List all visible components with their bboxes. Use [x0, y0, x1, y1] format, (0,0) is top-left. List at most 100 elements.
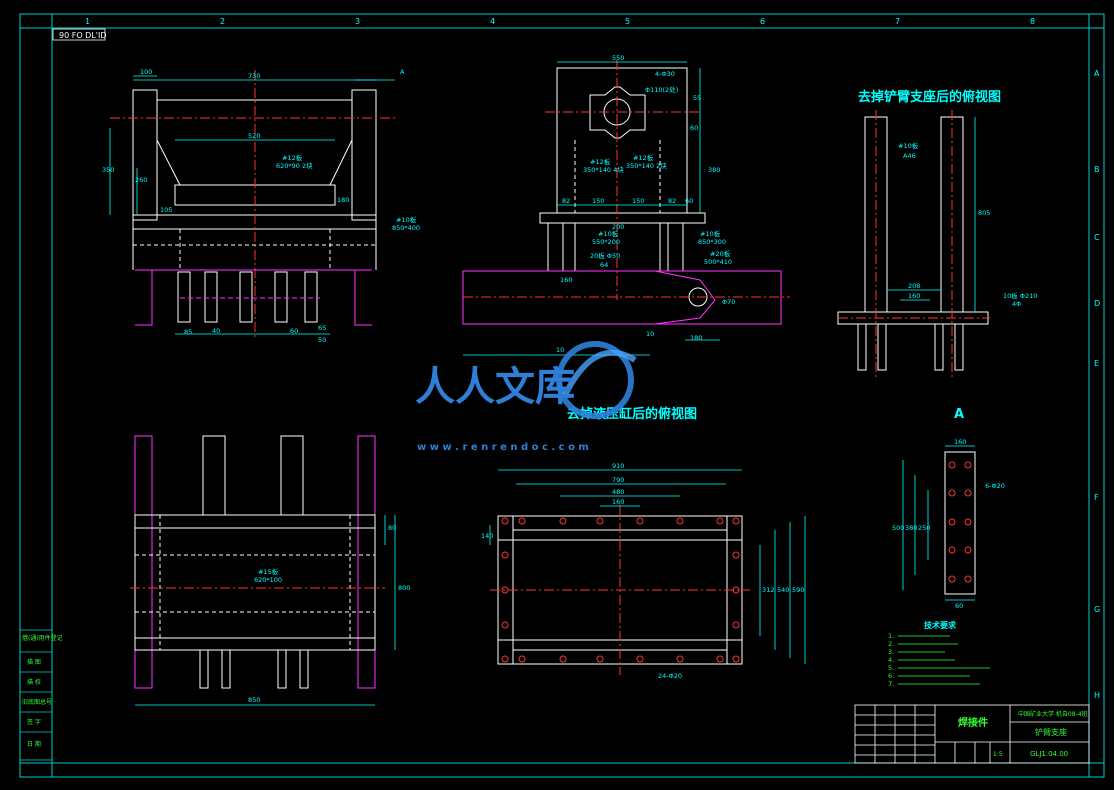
dim-label: 350	[102, 166, 114, 174]
zone-col-5: 5	[625, 17, 630, 26]
dim-label: 910	[612, 462, 624, 470]
dim-label: 105	[160, 206, 172, 214]
dim-label: 350*140 2块	[626, 161, 667, 170]
top-view-right-labels: 去掉铲臂支座后的俯视图 #10板 A46 805 208 160 10板 Φ21…	[858, 89, 1037, 308]
dim-label: #12板	[590, 157, 611, 166]
dim-label: A	[400, 68, 405, 76]
dim-label: 80	[388, 524, 396, 532]
dim-label: 200	[612, 223, 624, 231]
note-line: 3.	[888, 648, 894, 656]
dim-label: 260	[135, 176, 147, 184]
dim-label: 160	[560, 276, 572, 284]
dim-label: #10板	[898, 141, 919, 150]
dim-label: 50	[318, 336, 326, 344]
dim-label: 140	[481, 532, 493, 540]
left-label: 旧底图总号	[22, 698, 52, 706]
dim-label: 500	[892, 524, 904, 532]
title-part-name: 铲臂支座	[1035, 727, 1067, 737]
bottom-mid-view	[489, 469, 806, 675]
dim-label: 800	[398, 584, 410, 592]
dim-label: 350*140 4块	[583, 165, 624, 174]
dim-label: 520	[248, 132, 260, 140]
zone-col-6: 6	[760, 17, 765, 26]
zone-row-e: E	[1094, 359, 1099, 368]
dim-label: 550*200	[592, 238, 620, 246]
zone-col-7: 7	[895, 17, 900, 26]
dim-label: 20板 Φ50	[590, 251, 620, 260]
dim-label: #12板	[633, 153, 654, 162]
dim-label: 150	[592, 197, 604, 205]
dim-label: 60	[955, 602, 963, 610]
dim-label: 65	[318, 324, 326, 332]
dim-label: 10	[556, 346, 564, 354]
detail-a-labels: A 160 6-Φ20 500 380 250 60	[892, 407, 1005, 610]
dim-label: #15板	[258, 567, 279, 576]
dim-label: 4Φ	[1012, 300, 1021, 308]
note-line: 1.	[888, 632, 894, 640]
cad-drawing-canvas: 90 FO DL'ID 1 2 3 4 5 6 7 8 A B C D E F …	[19, 13, 1105, 778]
dim-label: 85	[184, 328, 192, 336]
dim-label: #12板	[282, 153, 303, 162]
dim-label: 60	[290, 327, 298, 335]
title-school: 中国矿业大学 机自08-4班	[1018, 710, 1088, 718]
title-scale: 1:5	[993, 751, 1003, 758]
dim-label: #10板	[700, 229, 721, 238]
dim-label: Φ110(2处)	[645, 85, 678, 94]
side-view-dimensions: 550 4-Φ30 Φ110(2处) 55 #12板 350*140 4块 #1…	[556, 54, 735, 354]
dim-label: 60	[690, 124, 698, 132]
detail-a-view	[902, 445, 976, 601]
dim-label: 60	[685, 197, 693, 205]
dim-label: 10	[646, 330, 654, 338]
dim-label: 40	[212, 327, 220, 335]
left-label: 描 校	[27, 678, 41, 686]
zone-col-4: 4	[490, 17, 495, 26]
zone-row-g: G	[1094, 605, 1100, 614]
front-view-dimensions: 100 730 520 350 260 105 180 A #12板 620*9…	[102, 68, 420, 344]
sheet-stamp-text: 90 FO DL'ID	[59, 31, 107, 40]
dim-label: 160	[954, 438, 966, 446]
dim-label: 480	[612, 488, 624, 496]
note-line: 7.	[888, 680, 894, 688]
dim-label: 380	[708, 166, 720, 174]
zone-row-c: C	[1094, 233, 1100, 242]
zone-col-1: 1	[85, 17, 90, 26]
dim-label: 850*400	[392, 224, 420, 232]
top-view-right	[837, 110, 990, 380]
dim-label: 6-Φ20	[985, 482, 1005, 490]
watermark-url: w w w . r e n r e n d o c . c o m	[417, 442, 589, 453]
watermark: 人人文库 w w w . r e n r e n d o c . c o m	[415, 341, 637, 453]
dim-label: 4-Φ30	[655, 70, 675, 78]
dim-label: 850*300	[698, 238, 726, 246]
dim-label: Φ70	[722, 298, 735, 306]
dim-label: 250	[918, 524, 930, 532]
dim-label: 180	[337, 196, 349, 204]
note-line: 4.	[888, 656, 894, 664]
dim-label: 55	[693, 94, 701, 102]
left-signature-column: 借(通)用件登记 描 图 描 校 旧底图总号 签 字 日 期	[19, 629, 63, 761]
note-line: 5.	[888, 664, 894, 672]
dim-label: 24-Φ20	[658, 672, 682, 680]
dim-label: 805	[978, 209, 990, 217]
dim-label: 208	[908, 282, 920, 290]
left-label: 借(通)用件登记	[22, 634, 63, 642]
dim-label: 730	[248, 72, 260, 80]
zone-row-d: D	[1094, 299, 1100, 308]
dim-label: 380	[905, 524, 917, 532]
dim-label: 620*90 2块	[276, 161, 313, 170]
dim-label: 620*100	[254, 576, 282, 584]
dim-label: 150	[632, 197, 644, 205]
zone-col-8: 8	[1030, 17, 1035, 26]
note-line: 6.	[888, 672, 894, 680]
dim-label: #10板	[396, 215, 417, 224]
dim-label: 64	[600, 261, 608, 269]
dim-label: 500*410	[704, 258, 732, 266]
view-title-top-without-arm: 去掉铲臂支座后的俯视图	[858, 89, 1001, 105]
dim-label: 312	[762, 586, 774, 594]
note-line: 2.	[888, 640, 894, 648]
dim-label: 790	[612, 476, 624, 484]
zone-row-a: A	[1094, 69, 1100, 78]
dim-label: 160	[908, 292, 920, 300]
left-label: 签 字	[27, 718, 41, 726]
dim-label: 160	[612, 498, 624, 506]
zone-row-f: F	[1094, 493, 1099, 502]
